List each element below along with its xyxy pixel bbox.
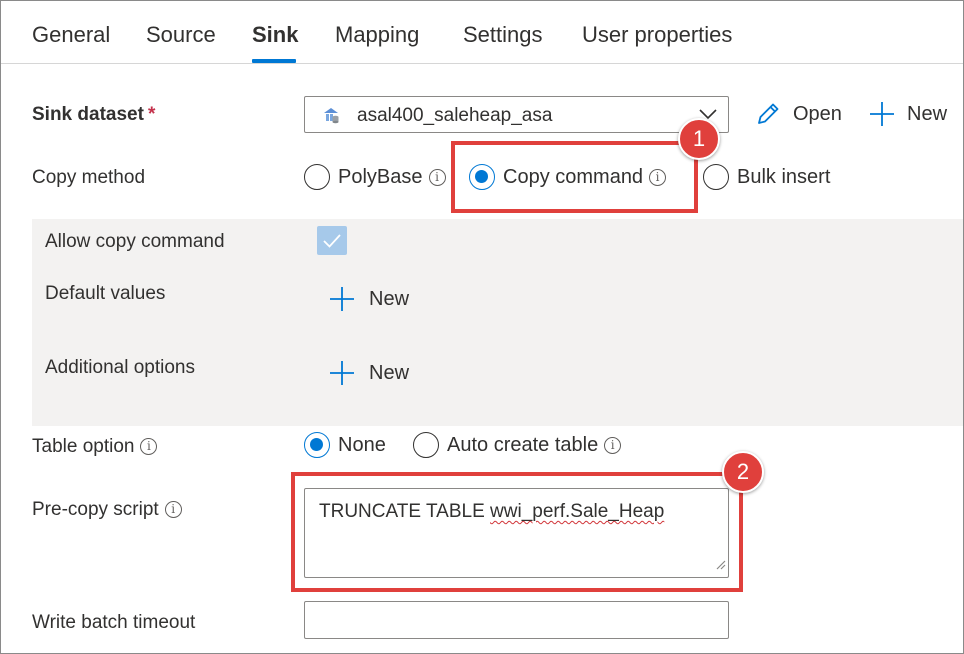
table-option-label: Table option i: [32, 436, 158, 458]
radio-polybase-label: PolyBase: [338, 165, 423, 188]
radio-bulk-insert[interactable]: Bulk insert: [703, 164, 830, 190]
tab-source[interactable]: Source: [146, 22, 216, 48]
radio-table-none-label: None: [338, 433, 386, 456]
sink-dataset-dropdown[interactable]: asal400_saleheap_asa: [304, 96, 729, 133]
radio-bulk-insert-label: Bulk insert: [737, 165, 831, 188]
open-dataset-button[interactable]: Open: [755, 101, 842, 127]
radio-circle: [304, 164, 330, 190]
required-asterisk: *: [147, 104, 156, 125]
info-icon: i: [140, 438, 158, 456]
tab-bar: General Source Sink Mapping Settings Use…: [0, 0, 964, 64]
radio-table-none[interactable]: None: [304, 432, 386, 458]
radio-circle-checked: [304, 432, 330, 458]
new-label: New: [907, 102, 948, 125]
radio-polybase[interactable]: PolyBase i: [304, 164, 446, 190]
allow-copy-command-checkbox[interactable]: [317, 226, 347, 255]
callout-highlight-box-2: [291, 472, 743, 592]
plus-icon: [330, 361, 354, 385]
default-values-new-label: New: [369, 287, 410, 310]
pre-copy-script-label-text: Pre-copy script: [32, 499, 159, 520]
pre-copy-script-label: Pre-copy script i: [32, 499, 182, 521]
sink-dataset-value: asal400_saleheap_asa: [357, 105, 553, 126]
checkmark-icon: [323, 234, 341, 248]
allow-copy-command-label: Allow copy command: [45, 231, 225, 252]
additional-options-new-button[interactable]: New: [329, 360, 409, 386]
write-batch-timeout-input[interactable]: [304, 601, 729, 639]
plus-icon: [330, 287, 354, 311]
default-values-new-button[interactable]: New: [329, 286, 409, 312]
tab-user-properties[interactable]: User properties: [582, 22, 732, 48]
callout-highlight-box-1: [451, 141, 698, 213]
edit-pencil-icon: [758, 103, 779, 124]
sink-dataset-label: Sink dataset *: [32, 104, 155, 126]
dataset-icon: [321, 105, 341, 130]
radio-circle: [703, 164, 729, 190]
callout-badge-1: 1: [678, 118, 720, 160]
open-label: Open: [793, 102, 842, 125]
callout-badge-2: 2: [722, 451, 764, 493]
active-tab-indicator: [252, 59, 296, 63]
sink-dataset-label-text: Sink dataset: [32, 104, 144, 125]
default-values-label: Default values: [45, 283, 166, 304]
table-option-label-text: Table option: [32, 436, 135, 457]
additional-options-new-label: New: [369, 361, 410, 384]
radio-auto-create-table[interactable]: Auto create table i: [413, 432, 622, 458]
copy-method-label: Copy method: [32, 167, 146, 188]
radio-auto-create-table-label: Auto create table: [447, 433, 599, 456]
info-icon: i: [428, 168, 446, 186]
new-dataset-button[interactable]: New: [869, 101, 947, 127]
info-icon: i: [164, 501, 182, 519]
info-icon: i: [604, 436, 622, 454]
write-batch-timeout-label: Write batch timeout: [32, 612, 196, 633]
tab-general[interactable]: General: [32, 22, 110, 48]
tab-sink[interactable]: Sink: [252, 22, 298, 48]
plus-icon: [870, 102, 894, 126]
additional-options-label: Additional options: [45, 357, 195, 378]
tab-settings[interactable]: Settings: [463, 22, 543, 48]
tab-mapping[interactable]: Mapping: [335, 22, 419, 48]
radio-circle: [413, 432, 439, 458]
